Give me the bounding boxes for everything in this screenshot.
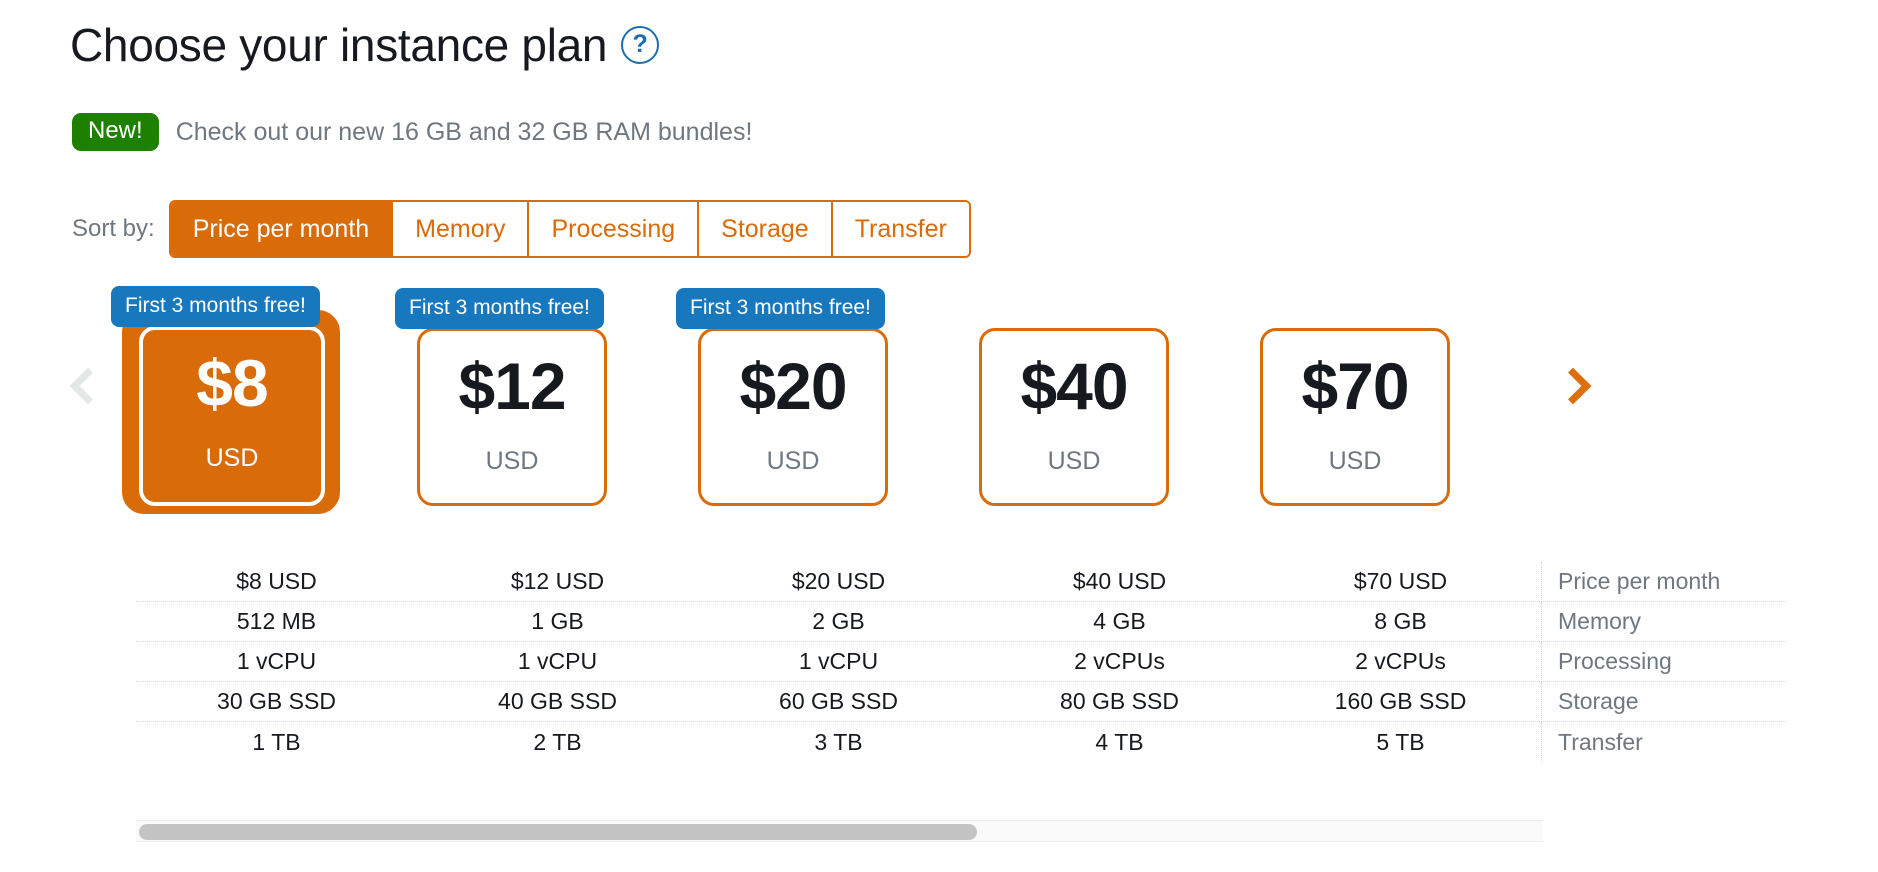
horizontal-scrollbar-thumb[interactable] <box>139 824 977 840</box>
plan-currency: USD <box>1047 447 1101 475</box>
sort-tab-transfer[interactable]: Transfer <box>832 202 969 256</box>
plan-price: $20 <box>739 349 847 423</box>
sort-tab-processing[interactable]: Processing <box>529 202 700 256</box>
spec-cell: 4 GB <box>1093 608 1146 634</box>
spec-row-label: Processing <box>1558 648 1672 674</box>
spec-column-divider <box>1541 722 1542 762</box>
spec-cell: 2 GB <box>812 608 865 634</box>
sort-tab-storage[interactable]: Storage <box>699 202 833 256</box>
plan-currency: USD <box>766 447 820 475</box>
plan-price: $70 <box>1301 349 1409 423</box>
plan-card-8[interactable]: First 3 months free! $8 USD <box>111 286 340 514</box>
spec-row: 30 GB SSD 40 GB SSD 60 GB SSD 80 GB SSD 160 … <box>136 681 1786 722</box>
question-mark-icon[interactable]: ? <box>621 26 660 64</box>
spec-column-divider <box>1541 641 1542 682</box>
spec-cell: 8 GB <box>1374 608 1427 634</box>
plan-price: $40 <box>1020 349 1128 423</box>
plan-card-body[interactable]: $20 USD <box>698 328 888 506</box>
spec-cell: $40 USD <box>1072 568 1167 594</box>
spec-cell: 30 GB SSD <box>217 688 336 714</box>
plan-currency: USD <box>1328 447 1382 475</box>
plan-promo-badge: First 3 months free! <box>676 288 885 329</box>
horizontal-scrollbar-track[interactable] <box>136 820 1543 842</box>
spec-cell: $8 USD <box>236 568 317 594</box>
spec-cell: 4 TB <box>1095 728 1144 755</box>
spec-row: 1 TB 2 TB 3 TB 4 TB 5 TB Transfer <box>136 722 1786 762</box>
spec-cell: 2 vCPUs <box>1355 648 1446 674</box>
spec-cell: 1 GB <box>531 608 584 634</box>
spec-cell: 512 MB <box>236 608 317 634</box>
sort-tab-price-per-month[interactable]: Price per month <box>170 202 394 256</box>
spec-row: 1 vCPU 1 vCPU 1 vCPU 2 vCPUs 2 vCPUs Processi… <box>136 641 1786 682</box>
plan-spec-table: $8 USD $12 USD $20 USD $40 USD $70 USD Price … <box>136 561 1786 762</box>
spec-cell: $20 USD <box>791 568 886 594</box>
plan-card-body[interactable]: $12 USD <box>417 328 607 506</box>
plan-card-40[interactable]: $40 USD <box>979 328 1169 506</box>
spec-cell: 60 GB SSD <box>779 688 898 714</box>
new-badge: New! <box>72 113 159 151</box>
sort-tab-memory[interactable]: Memory <box>393 202 530 256</box>
spec-cell: $70 USD <box>1353 568 1448 594</box>
spec-cell: 80 GB SSD <box>1060 688 1179 714</box>
sort-bar: Sort by: Price per month Memory Processing… <box>72 200 971 258</box>
plan-card-body[interactable]: $70 USD <box>1260 328 1450 506</box>
spec-cell: $12 USD <box>510 568 605 594</box>
plan-currency: USD <box>205 444 259 472</box>
plan-carousel: First 3 months free! $8 USD First 3 months … <box>0 286 1878 540</box>
plan-card-70[interactable]: $70 USD <box>1260 328 1450 506</box>
spec-row-label: Storage <box>1558 688 1639 714</box>
instance-plan-chooser: Choose your instance plan ? New! Check o… <box>0 0 1878 872</box>
spec-column-divider <box>1541 681 1542 722</box>
sort-tab-group: Price per month Memory Processing Storage Tr… <box>168 200 971 258</box>
plan-price: $12 <box>458 349 566 423</box>
spec-cell: 160 GB SSD <box>1334 688 1467 714</box>
spec-cell: 5 TB <box>1376 728 1425 755</box>
plan-promo-badge: First 3 months free! <box>111 286 320 327</box>
spec-cell: 1 vCPU <box>517 648 598 674</box>
promo-message: Check out our new 16 GB and 32 GB RAM bu… <box>175 117 753 146</box>
spec-cell: 1 vCPU <box>236 648 317 674</box>
sort-by-label: Sort by: <box>72 215 155 242</box>
page-title: Choose your instance plan <box>70 19 608 71</box>
spec-cell: 1 vCPU <box>798 648 879 674</box>
plan-price: $8 <box>196 346 268 420</box>
plan-promo-badge: First 3 months free! <box>395 288 604 329</box>
spec-row-label: Price per month <box>1558 568 1721 594</box>
spec-row-label: Memory <box>1558 608 1642 634</box>
promo-banner: New! Check out our new 16 GB and 32 GB R… <box>72 113 752 151</box>
page-header: Choose your instance plan ? <box>70 19 660 71</box>
spec-cell: 1 TB <box>252 728 301 755</box>
plan-card-20[interactable]: First 3 months free! $20 USD <box>676 288 888 506</box>
spec-cell: 2 TB <box>533 728 582 755</box>
spec-row: $8 USD $12 USD $20 USD $40 USD $70 USD Price … <box>136 561 1786 602</box>
plan-currency: USD <box>485 447 539 475</box>
spec-column-divider <box>1541 561 1542 602</box>
spec-cell: 3 TB <box>814 728 863 755</box>
spec-cell: 40 GB SSD <box>498 688 617 714</box>
spec-row-label: Transfer <box>1558 728 1643 755</box>
plan-card-list: First 3 months free! $8 USD First 3 months … <box>0 286 1878 540</box>
plan-card-body[interactable]: $40 USD <box>979 328 1169 506</box>
spec-column-divider <box>1541 601 1542 642</box>
spec-cell: 2 vCPUs <box>1074 648 1165 674</box>
plan-card-body[interactable]: $8 USD <box>139 326 325 506</box>
plan-card-12[interactable]: First 3 months free! $12 USD <box>395 288 607 506</box>
spec-row: 512 MB 1 GB 2 GB 4 GB 8 GB Memory <box>136 601 1786 642</box>
